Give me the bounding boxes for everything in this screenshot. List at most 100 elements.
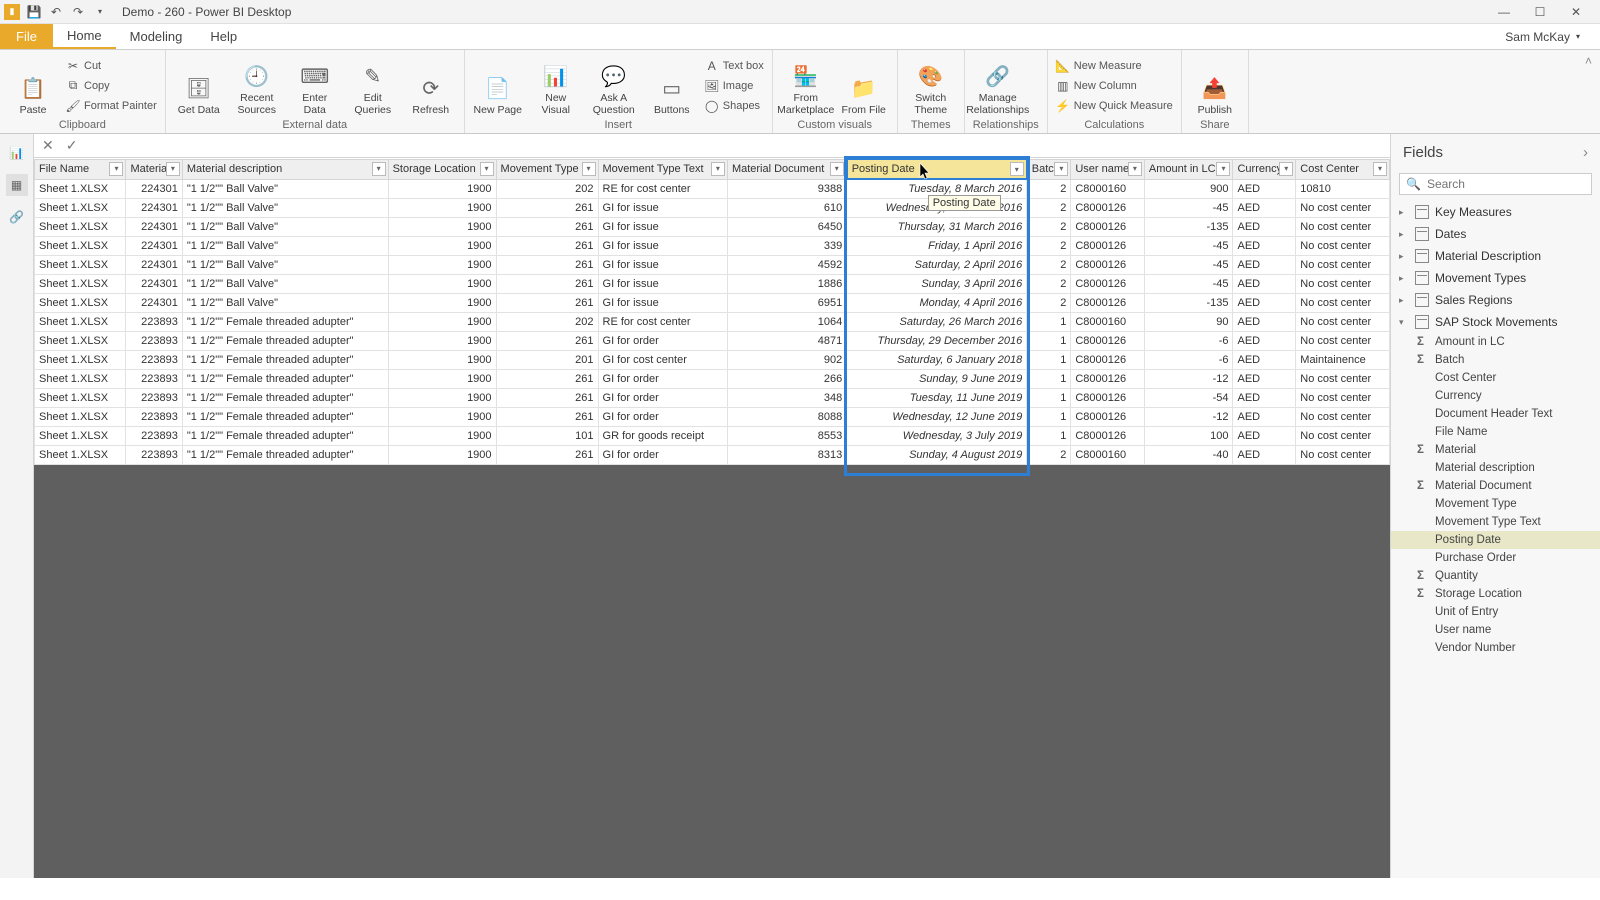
table-cell[interactable]: C8000126 (1071, 408, 1145, 427)
close-button[interactable]: ✕ (1564, 5, 1588, 19)
table-cell[interactable]: Saturday, 2 April 2016 (847, 256, 1027, 275)
table-cell[interactable]: C8000126 (1071, 237, 1145, 256)
table-cell[interactable]: No cost center (1296, 237, 1390, 256)
column-header[interactable]: Material Document▾ (727, 159, 846, 179)
table-cell[interactable]: 2 (1027, 218, 1071, 237)
table-cell[interactable]: AED (1233, 389, 1296, 408)
table-cell[interactable]: "1 1/2"" Ball Valve" (182, 199, 388, 218)
column-header[interactable]: File Name▾ (35, 159, 126, 179)
get-data-button[interactable]: 🗄Get Data (174, 55, 224, 117)
table-row[interactable]: Sheet 1.XLSX224301"1 1/2"" Ball Valve"19… (35, 237, 1390, 256)
table-cell[interactable]: -45 (1144, 275, 1233, 294)
table-cell[interactable]: Sheet 1.XLSX (35, 199, 126, 218)
fields-table[interactable]: ▾SAP Stock Movements (1391, 311, 1600, 333)
table-cell[interactable]: 223893 (126, 370, 182, 389)
table-row[interactable]: Sheet 1.XLSX224301"1 1/2"" Ball Valve"19… (35, 256, 1390, 275)
table-cell[interactable]: GI for issue (598, 199, 727, 218)
column-header[interactable]: Material description▾ (182, 159, 388, 179)
field-item[interactable]: Unit of Entry (1391, 603, 1600, 621)
filter-dropdown-icon[interactable]: ▾ (1054, 162, 1068, 176)
table-cell[interactable]: GI for issue (598, 218, 727, 237)
table-row[interactable]: Sheet 1.XLSX224301"1 1/2"" Ball Valve"19… (35, 218, 1390, 237)
table-cell[interactable]: C8000126 (1071, 199, 1145, 218)
table-cell[interactable]: 1900 (388, 237, 496, 256)
table-cell[interactable]: 224301 (126, 218, 182, 237)
table-cell[interactable]: "1 1/2"" Ball Valve" (182, 179, 388, 199)
table-row[interactable]: Sheet 1.XLSX223893"1 1/2"" Female thread… (35, 370, 1390, 389)
table-cell[interactable]: 339 (727, 237, 846, 256)
table-row[interactable]: Sheet 1.XLSX224301"1 1/2"" Ball Valve"19… (35, 199, 1390, 218)
column-header[interactable]: User name▾ (1071, 159, 1145, 179)
from-marketplace-button[interactable]: 🏪From Marketplace (781, 55, 831, 117)
table-cell[interactable]: 261 (496, 237, 598, 256)
table-cell[interactable]: -40 (1144, 446, 1233, 465)
filter-dropdown-icon[interactable]: ▾ (1279, 162, 1293, 176)
table-cell[interactable]: C8000160 (1071, 313, 1145, 332)
table-cell[interactable]: Saturday, 6 January 2018 (847, 351, 1027, 370)
fields-search[interactable]: 🔍 (1399, 173, 1592, 195)
new-visual-button[interactable]: 📊New Visual (531, 55, 581, 117)
table-cell[interactable]: Sunday, 3 April 2016 (847, 275, 1027, 294)
table-row[interactable]: Sheet 1.XLSX223893"1 1/2"" Female thread… (35, 389, 1390, 408)
table-cell[interactable]: 8088 (727, 408, 846, 427)
table-cell[interactable]: 223893 (126, 389, 182, 408)
table-cell[interactable]: "1 1/2"" Ball Valve" (182, 256, 388, 275)
table-cell[interactable]: C8000126 (1071, 332, 1145, 351)
field-item[interactable]: User name (1391, 621, 1600, 639)
new-quick-measure-button[interactable]: ⚡New Quick Measure (1056, 97, 1173, 115)
table-cell[interactable]: GI for issue (598, 237, 727, 256)
table-cell[interactable]: 223893 (126, 332, 182, 351)
edit-queries-button[interactable]: ✎Edit Queries (348, 55, 398, 117)
maximize-button[interactable]: ☐ (1528, 5, 1552, 19)
filter-dropdown-icon[interactable]: ▾ (372, 162, 386, 176)
table-cell[interactable]: Sheet 1.XLSX (35, 237, 126, 256)
save-icon[interactable]: 💾 (26, 4, 42, 20)
filter-dropdown-icon[interactable]: ▾ (480, 162, 494, 176)
table-cell[interactable]: "1 1/2"" Ball Valve" (182, 218, 388, 237)
table-cell[interactable]: -135 (1144, 294, 1233, 313)
undo-icon[interactable]: ↶ (48, 4, 64, 20)
table-cell[interactable]: Saturday, 26 March 2016 (847, 313, 1027, 332)
shapes-button[interactable]: ◯Shapes (705, 97, 764, 115)
table-cell[interactable]: 1900 (388, 389, 496, 408)
table-cell[interactable]: C8000126 (1071, 218, 1145, 237)
field-item[interactable]: ΣMaterial (1391, 441, 1600, 459)
table-cell[interactable]: -45 (1144, 256, 1233, 275)
table-cell[interactable]: AED (1233, 446, 1296, 465)
table-cell[interactable]: GI for order (598, 332, 727, 351)
table-cell[interactable]: "1 1/2"" Female threaded adupter" (182, 389, 388, 408)
new-measure-button[interactable]: 📐New Measure (1056, 57, 1173, 75)
search-input[interactable] (1427, 177, 1585, 191)
fields-table[interactable]: ▸Sales Regions (1391, 289, 1600, 311)
table-cell[interactable]: -12 (1144, 370, 1233, 389)
table-row[interactable]: Sheet 1.XLSX224301"1 1/2"" Ball Valve"19… (35, 275, 1390, 294)
table-cell[interactable]: 202 (496, 313, 598, 332)
table-cell[interactable]: 223893 (126, 313, 182, 332)
table-cell[interactable]: 2 (1027, 179, 1071, 199)
field-item[interactable]: ΣBatch (1391, 351, 1600, 369)
table-cell[interactable]: RE for cost center (598, 313, 727, 332)
table-cell[interactable]: AED (1233, 427, 1296, 446)
table-cell[interactable]: 900 (1144, 179, 1233, 199)
cut-button[interactable]: ✂Cut (66, 57, 157, 75)
table-row[interactable]: Sheet 1.XLSX223893"1 1/2"" Female thread… (35, 351, 1390, 370)
table-cell[interactable]: 224301 (126, 179, 182, 199)
table-cell[interactable]: C8000126 (1071, 275, 1145, 294)
table-cell[interactable]: GI for order (598, 408, 727, 427)
user-label[interactable]: Sam McKay ▾ (1505, 24, 1600, 49)
table-row[interactable]: Sheet 1.XLSX223893"1 1/2"" Female thread… (35, 332, 1390, 351)
table-cell[interactable]: AED (1233, 179, 1296, 199)
table-cell[interactable]: Sheet 1.XLSX (35, 256, 126, 275)
table-cell[interactable]: -54 (1144, 389, 1233, 408)
table-cell[interactable]: GI for issue (598, 256, 727, 275)
table-cell[interactable]: 1064 (727, 313, 846, 332)
table-cell[interactable]: -135 (1144, 218, 1233, 237)
filter-dropdown-icon[interactable]: ▾ (109, 162, 123, 176)
table-cell[interactable]: 261 (496, 446, 598, 465)
field-item[interactable]: ΣMaterial Document (1391, 477, 1600, 495)
table-cell[interactable]: No cost center (1296, 370, 1390, 389)
table-cell[interactable]: 261 (496, 332, 598, 351)
table-cell[interactable]: -12 (1144, 408, 1233, 427)
table-cell[interactable]: AED (1233, 370, 1296, 389)
table-row[interactable]: Sheet 1.XLSX223893"1 1/2"" Female thread… (35, 313, 1390, 332)
